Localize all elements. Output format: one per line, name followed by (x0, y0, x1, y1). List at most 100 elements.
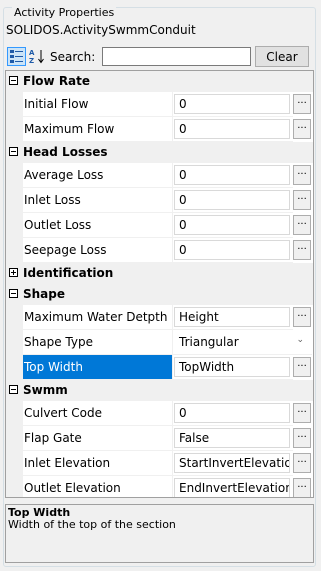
row-gutter (6, 451, 23, 476)
property-row-outlet-elevation[interactable]: Outlet Elevation EndInvertElevation ... (6, 476, 313, 497)
property-name[interactable]: Flap Gate (23, 426, 172, 451)
search-input[interactable] (102, 47, 251, 66)
category-identification[interactable]: Identification (6, 263, 313, 284)
property-name[interactable]: Outlet Elevation (23, 476, 172, 497)
property-row-maximum-water-depth[interactable]: Maximum Water Detpth Height ... (6, 305, 313, 330)
property-value-cell[interactable]: 0 (172, 213, 293, 238)
property-value-cell[interactable]: 0 (172, 188, 293, 213)
row-gutter (6, 117, 23, 142)
property-row-maximum-flow[interactable]: Maximum Flow 0 ... (6, 117, 313, 142)
property-name[interactable]: Maximum Flow (23, 117, 172, 142)
ellipsis-button[interactable]: ... (293, 165, 311, 185)
property-name[interactable]: Top Width (23, 355, 172, 380)
category-shape[interactable]: Shape (6, 284, 313, 305)
property-value-cell[interactable]: 0 (172, 238, 293, 263)
ellipsis-button[interactable]: ... (293, 357, 311, 377)
ellipsis-button[interactable]: ... (293, 403, 311, 423)
property-name[interactable]: Inlet Loss (23, 188, 172, 213)
help-panel: Top Width Width of the top of the sectio… (5, 504, 314, 563)
property-row-seepage-loss[interactable]: Seepage Loss 0 ... (6, 238, 313, 263)
search-label: Search: (50, 50, 96, 64)
alphabetical-sort-button[interactable]: A Z (28, 47, 47, 66)
row-gutter (6, 476, 23, 497)
property-name[interactable]: Shape Type (23, 330, 172, 355)
category-flow-rate[interactable]: Flow Rate (6, 71, 313, 92)
property-row-top-width[interactable]: Top Width TopWidth ... (6, 355, 313, 380)
property-value-cell[interactable]: StartInvertElevation (172, 451, 293, 476)
property-row-inlet-loss[interactable]: Inlet Loss 0 ... (6, 188, 313, 213)
property-value[interactable]: StartInvertElevation (174, 453, 290, 473)
category-label: Head Losses (23, 145, 108, 159)
row-gutter (6, 401, 23, 426)
property-value-cell[interactable]: 0 (172, 92, 293, 117)
row-gutter (6, 92, 23, 117)
alphabetical-sort-icon: A Z (29, 49, 44, 65)
property-value[interactable]: 0 (174, 190, 290, 210)
property-name[interactable]: Inlet Elevation (23, 451, 172, 476)
property-value[interactable]: TopWidth (174, 357, 290, 377)
ellipsis-button[interactable]: ... (293, 307, 311, 327)
property-value-cell[interactable]: 0 (172, 117, 293, 142)
category-swmm[interactable]: Swmm (6, 380, 313, 401)
clear-button[interactable]: Clear (255, 46, 309, 67)
collapse-icon[interactable] (9, 76, 18, 85)
ellipsis-button[interactable]: ... (293, 215, 311, 235)
categorized-view-button[interactable] (7, 47, 26, 66)
property-value-cell[interactable]: False (172, 426, 293, 451)
ellipsis-button[interactable]: ... (293, 478, 311, 497)
property-value-cell[interactable]: Triangular ⌄ (172, 330, 312, 355)
property-value[interactable]: 0 (174, 215, 290, 235)
property-value[interactable]: 0 (174, 119, 290, 139)
expand-icon[interactable] (9, 268, 18, 277)
category-label: Swmm (23, 383, 68, 397)
property-row-flap-gate[interactable]: Flap Gate False ... (6, 426, 313, 451)
ellipsis-button[interactable]: ... (293, 428, 311, 448)
categorized-view-icon (10, 50, 23, 63)
property-value[interactable]: 0 (174, 403, 290, 423)
property-value-cell[interactable]: Height (172, 305, 293, 330)
property-value[interactable]: 0 (174, 240, 290, 260)
row-gutter (6, 238, 23, 263)
ellipsis-button[interactable]: ... (293, 190, 311, 210)
row-gutter (6, 330, 23, 355)
row-gutter (6, 305, 23, 330)
property-value-cell[interactable]: 0 (172, 163, 293, 188)
property-value-cell[interactable]: 0 (172, 401, 293, 426)
property-value[interactable]: EndInvertElevation (174, 478, 290, 497)
group-title: Activity Properties (12, 6, 117, 19)
category-head-losses[interactable]: Head Losses (6, 142, 313, 163)
chevron-down-icon[interactable]: ⌄ (296, 335, 304, 345)
property-value-cell[interactable]: TopWidth (172, 355, 293, 380)
property-name[interactable]: Culvert Code (23, 401, 172, 426)
property-row-outlet-loss[interactable]: Outlet Loss 0 ... (6, 213, 313, 238)
collapse-icon[interactable] (9, 147, 18, 156)
property-value[interactable]: Height (174, 307, 290, 327)
ellipsis-button[interactable]: ... (293, 453, 311, 473)
property-name[interactable]: Seepage Loss (23, 238, 172, 263)
row-gutter (6, 163, 23, 188)
property-name[interactable]: Maximum Water Detpth (23, 305, 172, 330)
svg-text:Z: Z (29, 57, 34, 65)
property-row-culvert-code[interactable]: Culvert Code 0 ... (6, 401, 313, 426)
svg-text:A: A (29, 49, 35, 57)
property-value[interactable]: False (174, 428, 290, 448)
ellipsis-button[interactable]: ... (293, 240, 311, 260)
property-name[interactable]: Initial Flow (23, 92, 172, 117)
property-value[interactable]: 0 (174, 165, 290, 185)
ellipsis-button[interactable]: ... (293, 119, 311, 139)
category-label: Identification (23, 266, 114, 280)
property-value[interactable]: 0 (174, 94, 290, 114)
property-row-inlet-elevation[interactable]: Inlet Elevation StartInvertElevation ... (6, 451, 313, 476)
ellipsis-button[interactable]: ... (293, 94, 311, 114)
property-name[interactable]: Outlet Loss (23, 213, 172, 238)
property-row-initial-flow[interactable]: Initial Flow 0 ... (6, 92, 313, 117)
help-description: Width of the top of the section (8, 518, 176, 531)
property-row-average-loss[interactable]: Average Loss 0 ... (6, 163, 313, 188)
property-row-shape-type[interactable]: Shape Type Triangular ⌄ (6, 330, 313, 355)
shape-type-select[interactable]: Triangular (174, 332, 309, 352)
collapse-icon[interactable] (9, 289, 18, 298)
collapse-icon[interactable] (9, 385, 18, 394)
property-name[interactable]: Average Loss (23, 163, 172, 188)
property-value-cell[interactable]: EndInvertElevation (172, 476, 293, 497)
property-grid[interactable]: Flow Rate Initial Flow 0 ... Maximum Flo… (5, 70, 314, 498)
